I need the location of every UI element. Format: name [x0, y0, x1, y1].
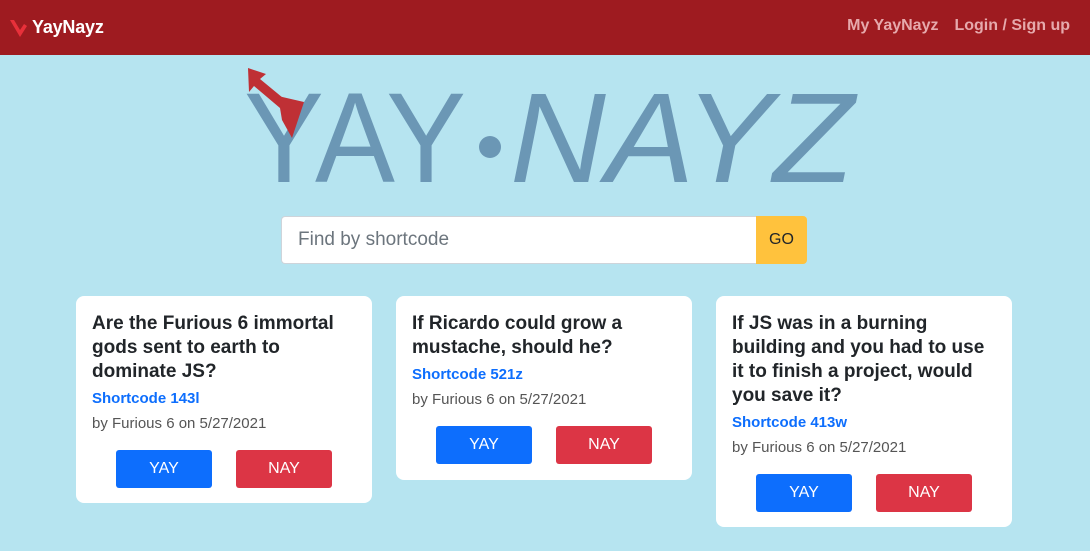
- navbar: YayNayz My YayNayz Login / Sign up: [0, 0, 1090, 55]
- nay-button[interactable]: NAY: [236, 450, 332, 488]
- poll-question: If JS was in a burning building and you …: [732, 313, 985, 406]
- poll-card: Are the Furious 6 immortal gods sent to …: [76, 296, 372, 503]
- go-button[interactable]: GO: [756, 216, 807, 264]
- yay-button[interactable]: YAY: [436, 426, 532, 464]
- poll-card: If Ricardo could grow a mustache, should…: [396, 296, 692, 480]
- vote-buttons: YAY NAY: [92, 450, 356, 488]
- poll-meta: by Furious 6 on 5/27/2021: [412, 391, 587, 408]
- shortcode-search: GO: [281, 216, 807, 264]
- brand-name: YayNayz: [32, 16, 104, 37]
- poll-card: If JS was in a burning building and you …: [716, 296, 1012, 527]
- logo-word-right: NAYZ: [510, 67, 858, 190]
- poll-question: If Ricardo could grow a mustache, should…: [412, 313, 623, 358]
- poll-shortcode-link[interactable]: Shortcode 413w: [732, 414, 996, 431]
- nay-button[interactable]: NAY: [556, 426, 652, 464]
- yay-button[interactable]: YAY: [116, 450, 212, 488]
- poll-shortcode-link[interactable]: Shortcode 521z: [412, 366, 676, 383]
- yay-button[interactable]: YAY: [756, 474, 852, 512]
- poll-meta: by Furious 6 on 5/27/2021: [732, 439, 907, 456]
- vote-buttons: YAY NAY: [412, 426, 676, 464]
- poll-meta: by Furious 6 on 5/27/2021: [92, 415, 267, 432]
- hero-logo: YAY NAYZ: [238, 66, 858, 190]
- brand-arrow-icon: [10, 20, 27, 37]
- nav-link-my-yaynayz[interactable]: My YayNayz: [847, 17, 938, 35]
- vote-buttons: YAY NAY: [732, 474, 996, 512]
- poll-shortcode-link[interactable]: Shortcode 143l: [92, 390, 356, 407]
- nav-link-login-signup[interactable]: Login / Sign up: [954, 17, 1070, 35]
- hero-logo-graphic: YAY NAYZ: [244, 67, 858, 190]
- logo-word-left: YAY: [244, 67, 466, 190]
- nav-links: My YayNayz Login / Sign up: [847, 17, 1070, 35]
- brand-link[interactable]: YayNayz: [10, 16, 104, 38]
- shortcode-search-input[interactable]: [281, 216, 756, 264]
- poll-question: Are the Furious 6 immortal gods sent to …: [92, 313, 334, 382]
- logo-dot: [479, 136, 501, 158]
- nay-button[interactable]: NAY: [876, 474, 972, 512]
